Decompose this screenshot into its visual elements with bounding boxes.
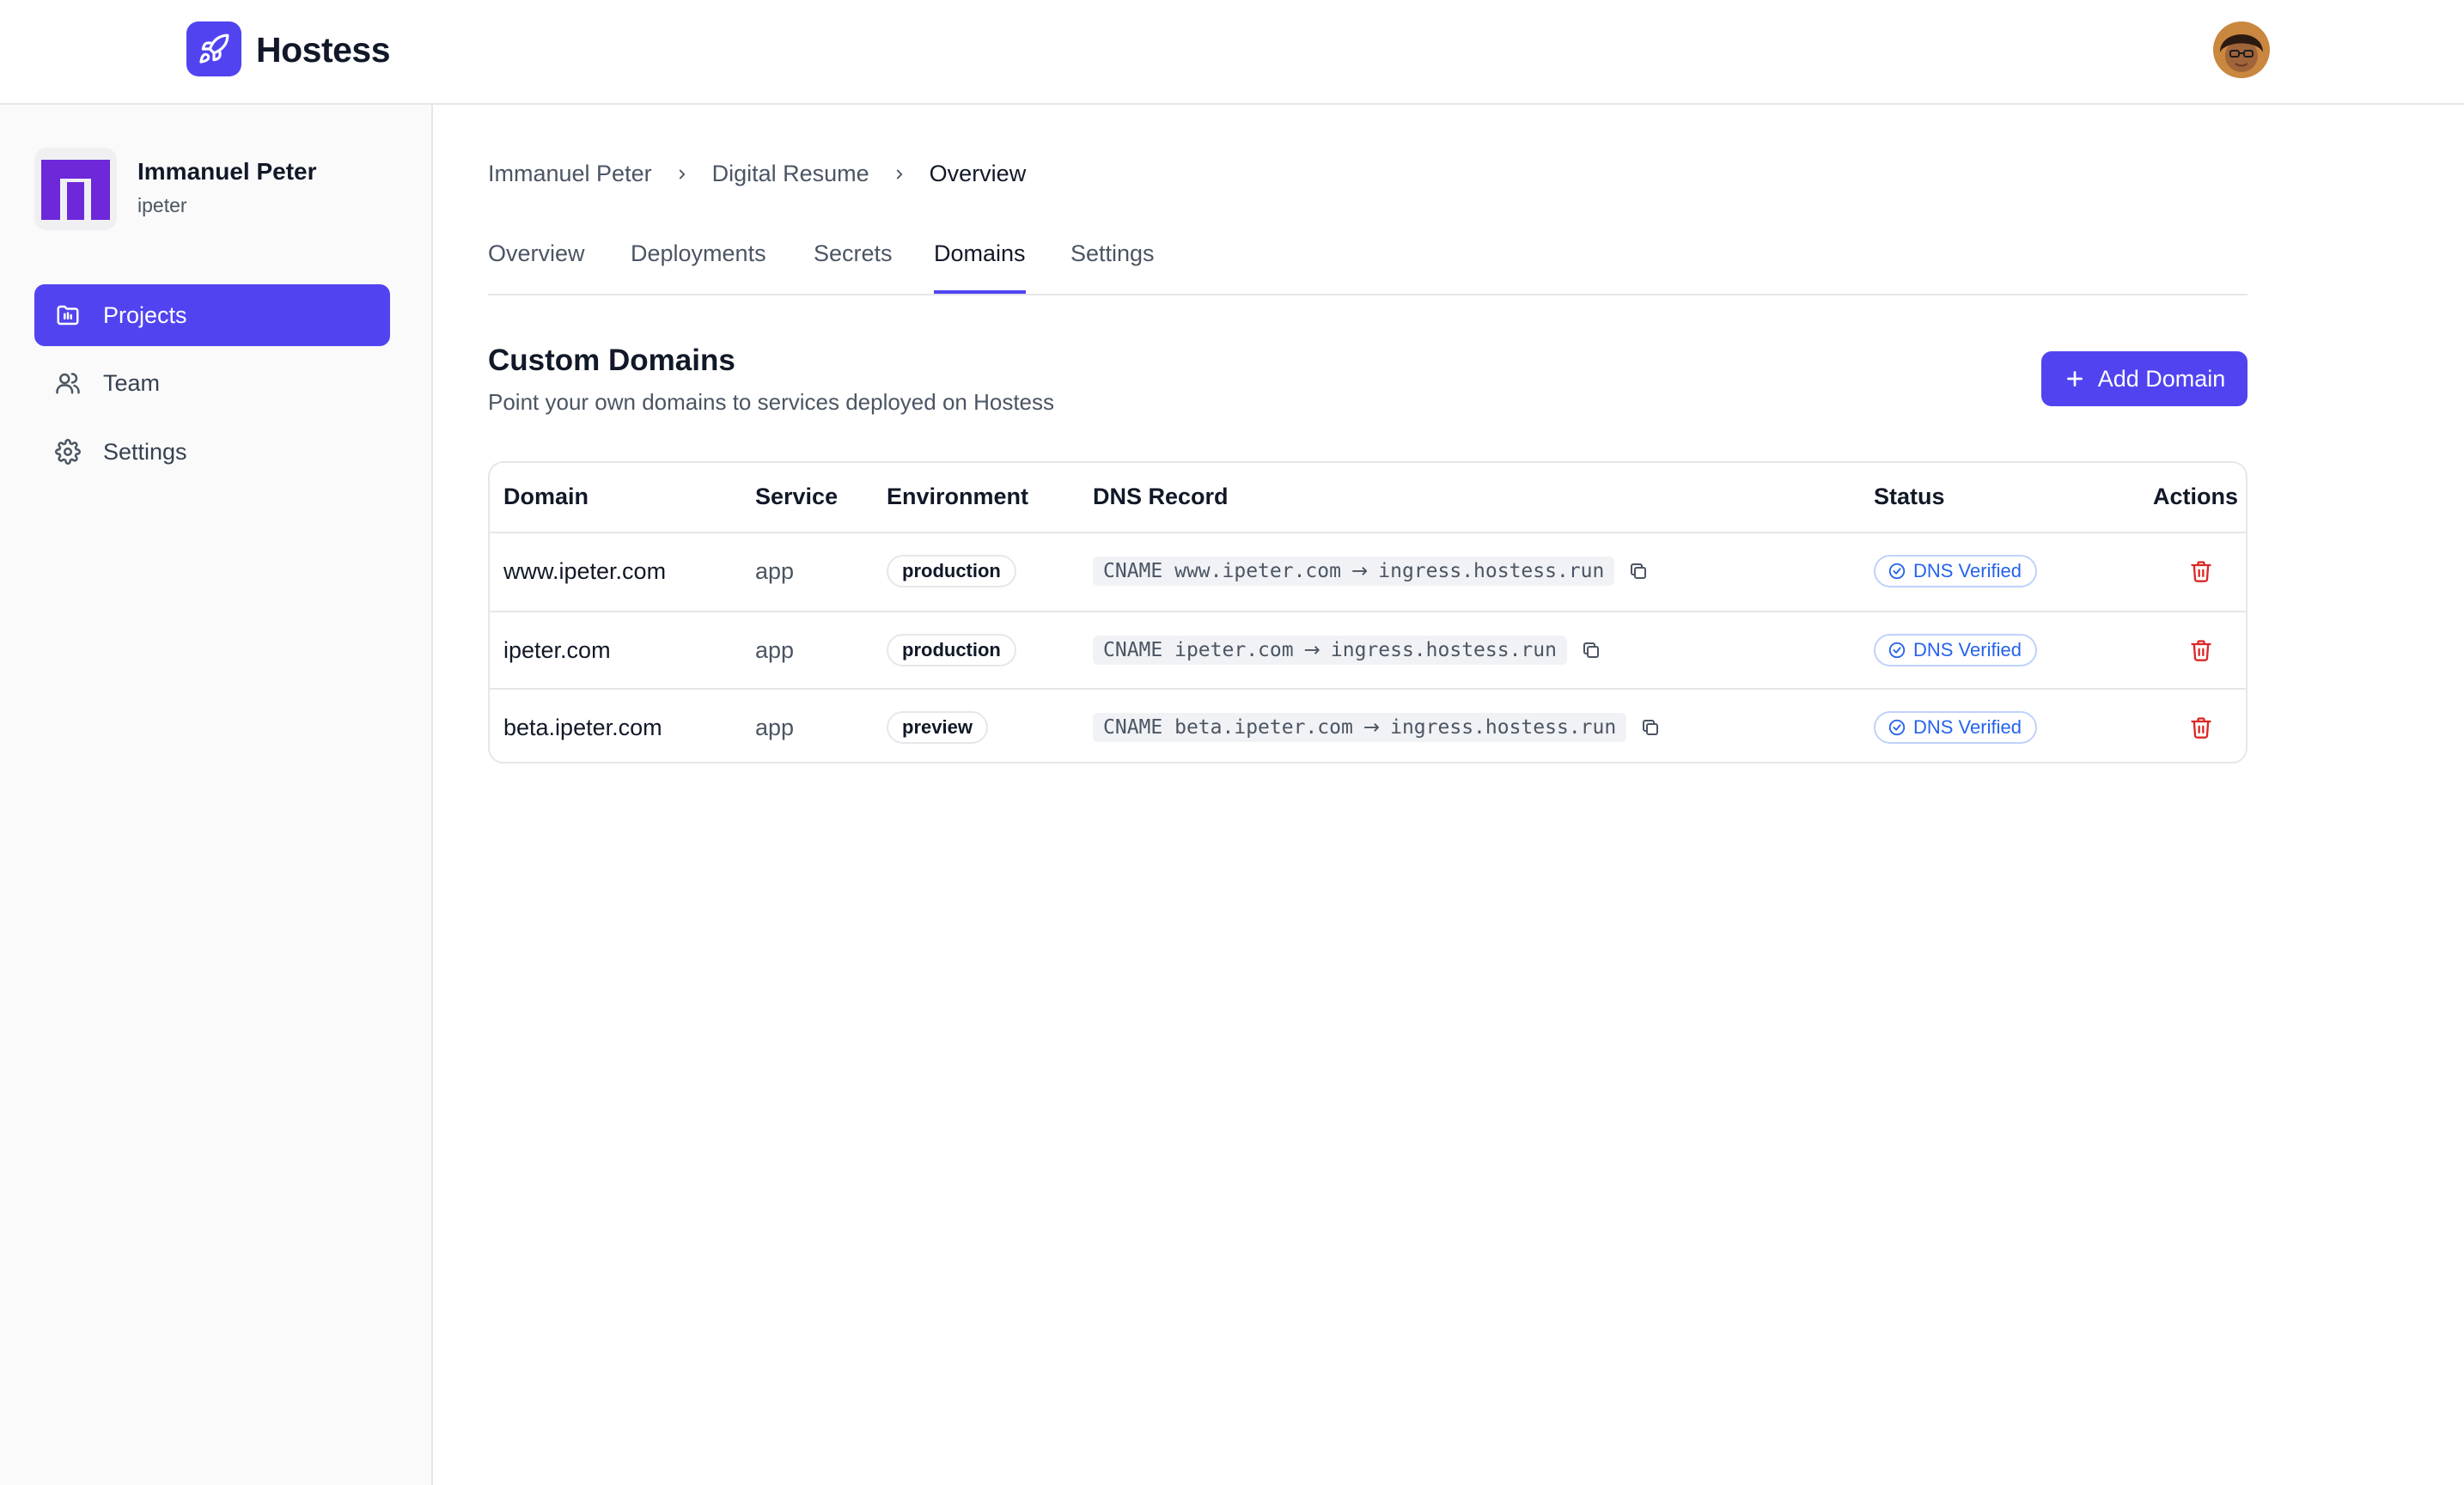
dns-target: ingress.hostess.run [1330, 639, 1557, 661]
environment-cell: production [887, 533, 1016, 609]
sidebar-item-projects[interactable]: Projects [34, 284, 390, 346]
service-cell: app [755, 636, 795, 663]
tab-settings[interactable]: Settings [1070, 240, 1155, 294]
environment-badge: production [887, 555, 1016, 587]
column-header-actions: Actions [2153, 484, 2239, 509]
actions-cell [2189, 533, 2213, 609]
app-root: Hostess Immanuel Peter ipeter Projects T… [0, 0, 2464, 1485]
dns-target: ingress.hostess.run [1378, 560, 1605, 582]
dns-name: beta.ipeter.com [1174, 716, 1353, 739]
tab-secrets[interactable]: Secrets [814, 240, 893, 294]
service-cell: app [755, 557, 795, 584]
section-title: Custom Domains [488, 344, 735, 377]
dns-record: CNAME beta.ipeter.com → ingress.hostess.… [1093, 713, 1627, 742]
trash-icon[interactable] [2189, 559, 2213, 583]
environment-badge: preview [887, 711, 988, 744]
tab-domains[interactable]: Domains [934, 240, 1026, 294]
check-circle-icon [1888, 563, 1906, 580]
service-cell: app [755, 714, 795, 740]
check-circle-icon [1888, 642, 1906, 659]
copy-icon[interactable] [1628, 561, 1649, 581]
domain-cell: ipeter.com [503, 636, 611, 663]
gear-icon [55, 438, 82, 466]
add-domain-label: Add Domain [2097, 365, 2226, 392]
status-badge: DNS Verified [1874, 711, 2037, 744]
users-icon [55, 369, 82, 397]
status-cell: DNS Verified [1874, 533, 2037, 609]
status-badge: DNS Verified [1874, 555, 2037, 587]
arrow-right-icon: → [1363, 716, 1381, 739]
dns-cell: CNAME www.ipeter.com → ingress.hostess.r… [1093, 533, 1649, 609]
column-header-status: Status [1874, 484, 1945, 509]
top-header: Hostess [0, 0, 2464, 105]
dns-cell: CNAME ipeter.com → ingress.hostess.run [1093, 612, 1601, 688]
app-name: Hostess [256, 30, 391, 70]
trash-icon[interactable] [2189, 638, 2213, 662]
status-cell: DNS Verified [1874, 690, 2037, 762]
environment-cell: preview [887, 690, 988, 762]
sidebar: Immanuel Peter ipeter Projects Team Sett… [0, 105, 433, 1485]
table-header: Domain Service Environment DNS Record St… [490, 463, 2246, 533]
domain-cell: beta.ipeter.com [503, 714, 662, 740]
rocket-icon[interactable] [186, 21, 241, 76]
dns-type: CNAME [1103, 716, 1163, 739]
actions-cell [2189, 690, 2213, 762]
dns-type: CNAME [1103, 560, 1163, 582]
sidebar-item-label: Team [103, 369, 161, 396]
column-header-environment: Environment [887, 484, 1029, 509]
breadcrumb-item-org[interactable]: Immanuel Peter [488, 161, 652, 187]
status-label: DNS Verified [1913, 560, 2022, 581]
breadcrumb: Immanuel Peter Digital Resume Overview [488, 161, 1026, 187]
user-avatar[interactable] [2213, 21, 2270, 78]
dns-target: ingress.hostess.run [1390, 716, 1617, 739]
org-name: Immanuel Peter [137, 158, 317, 185]
environment-cell: production [887, 612, 1016, 688]
column-header-domain: Domain [503, 484, 589, 509]
table-row: www.ipeter.com app production CNAME www.… [490, 533, 2246, 611]
environment-badge: production [887, 634, 1016, 666]
section-subtitle: Point your own domains to services deplo… [488, 389, 1055, 415]
breadcrumb-item-project[interactable]: Digital Resume [712, 161, 869, 187]
plus-icon [2064, 368, 2086, 390]
status-cell: DNS Verified [1874, 612, 2037, 688]
table-row: beta.ipeter.com app preview CNAME beta.i… [490, 688, 2246, 762]
domains-table: Domain Service Environment DNS Record St… [488, 461, 2247, 764]
sidebar-item-label: Projects [103, 301, 187, 328]
check-circle-icon [1888, 719, 1906, 736]
chevron-right-icon [674, 167, 690, 182]
dns-name: www.ipeter.com [1174, 560, 1341, 582]
arrow-right-icon: → [1303, 639, 1320, 661]
column-header-service: Service [755, 484, 839, 509]
status-badge: DNS Verified [1874, 634, 2037, 666]
sidebar-item-settings[interactable]: Settings [34, 421, 390, 483]
org-handle: ipeter [137, 194, 187, 216]
dns-name: ipeter.com [1174, 639, 1294, 661]
sidebar-item-team[interactable]: Team [34, 352, 390, 414]
arrow-right-icon: → [1351, 560, 1369, 582]
dns-record: CNAME ipeter.com → ingress.hostess.run [1093, 636, 1567, 665]
actions-cell [2189, 612, 2213, 688]
domain-cell: www.ipeter.com [503, 557, 667, 584]
folder-icon [55, 301, 82, 329]
table-row: ipeter.com app production CNAME ipeter.c… [490, 611, 2246, 688]
copy-icon[interactable] [1581, 640, 1601, 660]
sidebar-item-label: Settings [103, 438, 187, 465]
chevron-right-icon [892, 167, 907, 182]
breadcrumb-item-current: Overview [929, 161, 1027, 186]
tab-deployments[interactable]: Deployments [631, 240, 766, 294]
tab-overview[interactable]: Overview [488, 240, 585, 294]
copy-icon[interactable] [1640, 717, 1661, 738]
org-logo [34, 148, 117, 230]
status-label: DNS Verified [1913, 716, 2022, 738]
dns-cell: CNAME beta.ipeter.com → ingress.hostess.… [1093, 690, 1661, 762]
status-label: DNS Verified [1913, 639, 2022, 660]
tab-bar: Overview Deployments Secrets Domains Set… [488, 232, 2247, 295]
trash-icon[interactable] [2189, 715, 2213, 739]
dns-record: CNAME www.ipeter.com → ingress.hostess.r… [1093, 557, 1615, 586]
dns-type: CNAME [1103, 639, 1163, 661]
add-domain-button[interactable]: Add Domain [2041, 351, 2247, 406]
column-header-dns: DNS Record [1093, 484, 1229, 509]
